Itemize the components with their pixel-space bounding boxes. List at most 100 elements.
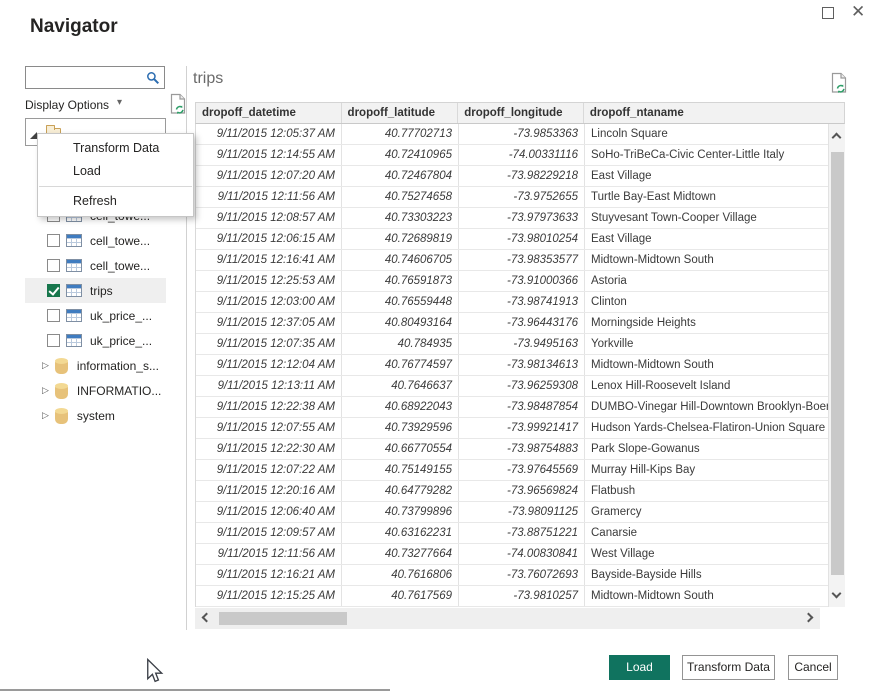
column-header-dropoff-datetime[interactable]: dropoff_datetime <box>196 103 342 123</box>
menu-item-transform-data[interactable]: Transform Data <box>38 137 193 160</box>
table-row[interactable]: 9/11/2015 12:07:20 AM40.72467804-73.9822… <box>196 166 845 187</box>
table-cell: -73.98229218 <box>459 166 585 186</box>
table-cell: 40.75274658 <box>342 187 459 207</box>
tree-collapsed-arrow-icon[interactable]: ▷ <box>42 410 49 421</box>
checkbox[interactable] <box>47 309 60 322</box>
display-options-dropdown[interactable]: Display Options <box>25 98 109 112</box>
search-icon <box>146 71 160 85</box>
maximize-icon[interactable] <box>822 7 834 19</box>
column-header-dropoff-latitude[interactable]: dropoff_latitude <box>342 103 459 123</box>
table-row[interactable]: 9/11/2015 12:13:11 AM40.7646637-73.96259… <box>196 376 845 397</box>
table-cell: 9/11/2015 12:05:37 AM <box>196 124 342 144</box>
tree-item-informatio[interactable]: ▷INFORMATIO... <box>25 378 166 403</box>
table-cell: 9/11/2015 12:08:57 AM <box>196 208 342 228</box>
table-cell: Bayside-Bayside Hills <box>585 565 829 585</box>
menu-item-refresh[interactable]: Refresh <box>38 190 193 213</box>
table-row[interactable]: 9/11/2015 12:22:38 AM40.68922043-73.9848… <box>196 397 845 418</box>
table-row[interactable]: 9/11/2015 12:20:16 AM40.64779282-73.9656… <box>196 481 845 502</box>
table-row[interactable]: 9/11/2015 12:07:22 AM40.75149155-73.9764… <box>196 460 845 481</box>
tree-collapsed-arrow-icon[interactable]: ▷ <box>42 385 49 396</box>
table-row[interactable]: 9/11/2015 12:16:41 AM40.74606705-73.9835… <box>196 250 845 271</box>
scroll-up-icon[interactable] <box>832 133 842 143</box>
vertical-scrollbar[interactable] <box>828 124 845 607</box>
table-row[interactable]: 9/11/2015 12:05:37 AM40.77702713-73.9853… <box>196 124 845 145</box>
horizontal-scrollbar[interactable] <box>195 608 820 629</box>
scroll-left-icon[interactable] <box>202 613 212 623</box>
chevron-down-icon[interactable]: ▾ <box>117 97 122 108</box>
table-cell: -73.98353577 <box>459 250 585 270</box>
table-cell: 9/11/2015 12:37:05 AM <box>196 313 342 333</box>
table-cell: 40.76591873 <box>342 271 459 291</box>
table-row[interactable]: 9/11/2015 12:07:35 AM40.784935-73.949516… <box>196 334 845 355</box>
close-icon[interactable]: ✕ <box>851 1 865 23</box>
table-row[interactable]: 9/11/2015 12:11:56 AM40.73277664-74.0083… <box>196 544 845 565</box>
refresh-preview-icon[interactable] <box>830 72 848 99</box>
checkbox[interactable] <box>47 334 60 347</box>
table-cell: Yorkville <box>585 334 829 354</box>
table-row[interactable]: 9/11/2015 12:12:04 AM40.76774597-73.9813… <box>196 355 845 376</box>
table-cell: -73.76072693 <box>459 565 585 585</box>
tree-item-information-s[interactable]: ▷ information_s... <box>25 353 166 378</box>
tree-item-uk-price[interactable]: uk_price_... <box>25 328 166 353</box>
table-cell: -73.97973633 <box>459 208 585 228</box>
table-cell: 9/11/2015 12:07:35 AM <box>196 334 342 354</box>
search-box[interactable] <box>25 66 165 89</box>
table-row[interactable]: 9/11/2015 12:16:21 AM40.7616806-73.76072… <box>196 565 845 586</box>
table-cell: 40.66770554 <box>342 439 459 459</box>
table-cell: 40.80493164 <box>342 313 459 333</box>
table-cell: 9/11/2015 12:12:04 AM <box>196 355 342 375</box>
tree-item-trips[interactable]: trips <box>25 278 166 303</box>
table-cell: Gramercy <box>585 502 829 522</box>
refresh-preview-icon[interactable] <box>169 93 187 118</box>
table-cell: 9/11/2015 12:20:16 AM <box>196 481 342 501</box>
tree-collapsed-arrow-icon[interactable]: ▷ <box>42 360 49 371</box>
table-row[interactable]: 9/11/2015 12:14:55 AM40.72410965-74.0033… <box>196 145 845 166</box>
table-cell: Midtown-Midtown South <box>585 586 829 606</box>
menu-item-load[interactable]: Load <box>38 160 193 183</box>
table-row[interactable]: 9/11/2015 12:08:57 AM40.73303223-73.9797… <box>196 208 845 229</box>
tree-item-cell-towe[interactable]: cell_towe... <box>25 228 166 253</box>
tree-expanded-arrow-icon[interactable] <box>30 132 37 139</box>
load-button[interactable]: Load <box>609 655 670 680</box>
table-row[interactable]: 9/11/2015 12:03:00 AM40.76559448-73.9874… <box>196 292 845 313</box>
context-menu: Transform Data Load Refresh <box>37 133 194 217</box>
table-row[interactable]: 9/11/2015 12:11:56 AM40.75274658-73.9752… <box>196 187 845 208</box>
vertical-scrollbar-thumb[interactable] <box>831 152 844 575</box>
table-row[interactable]: 9/11/2015 12:06:40 AM40.73799896-73.9809… <box>196 502 845 523</box>
table-row[interactable]: 9/11/2015 12:06:15 AM40.72689819-73.9801… <box>196 229 845 250</box>
cancel-button[interactable]: Cancel <box>788 655 838 680</box>
menu-separator <box>39 186 192 187</box>
scroll-right-icon[interactable] <box>804 613 814 623</box>
search-input[interactable] <box>30 69 142 86</box>
scroll-down-icon[interactable] <box>832 589 842 599</box>
tree-item-cell-towe[interactable]: cell_towe... <box>25 253 166 278</box>
table-cell: Murray Hill-Kips Bay <box>585 460 829 480</box>
table-cell: 40.72689819 <box>342 229 459 249</box>
table-icon <box>66 334 82 347</box>
table-cell: 40.73277664 <box>342 544 459 564</box>
column-header-dropoff-ntaname[interactable]: dropoff_ntaname <box>584 103 844 123</box>
table-row[interactable]: 9/11/2015 12:07:55 AM40.73929596-73.9992… <box>196 418 845 439</box>
tree-item-label: information_s... <box>77 359 159 373</box>
table-row[interactable]: 9/11/2015 12:22:30 AM40.66770554-73.9875… <box>196 439 845 460</box>
transform-data-button[interactable]: Transform Data <box>682 655 775 680</box>
tree-item-uk-price[interactable]: uk_price_... <box>25 303 166 328</box>
horizontal-scrollbar-thumb[interactable] <box>219 612 347 625</box>
table-cell: -73.88751221 <box>459 523 585 543</box>
table-row[interactable]: 9/11/2015 12:09:57 AM40.63162231-73.8875… <box>196 523 845 544</box>
column-header-dropoff-longitude[interactable]: dropoff_longitude <box>458 103 584 123</box>
table-cell: -73.98091125 <box>459 502 585 522</box>
table-cell: 40.76559448 <box>342 292 459 312</box>
table-cell: -73.98741913 <box>459 292 585 312</box>
table-row[interactable]: 9/11/2015 12:15:25 AM40.7617569-73.98102… <box>196 586 845 607</box>
checkbox[interactable] <box>47 259 60 272</box>
tree-item-system[interactable]: ▷system <box>25 403 166 428</box>
table-cell: 9/11/2015 12:16:21 AM <box>196 565 342 585</box>
table-row[interactable]: 9/11/2015 12:37:05 AM40.80493164-73.9644… <box>196 313 845 334</box>
checkbox[interactable] <box>47 234 60 247</box>
table-row[interactable]: 9/11/2015 12:25:53 AM40.76591873-73.9100… <box>196 271 845 292</box>
tree-item-label: cell_towe... <box>90 259 150 273</box>
checkbox-checked[interactable] <box>47 284 60 297</box>
table-cell: 9/11/2015 12:07:20 AM <box>196 166 342 186</box>
tree-item-label: uk_price_... <box>90 334 152 348</box>
